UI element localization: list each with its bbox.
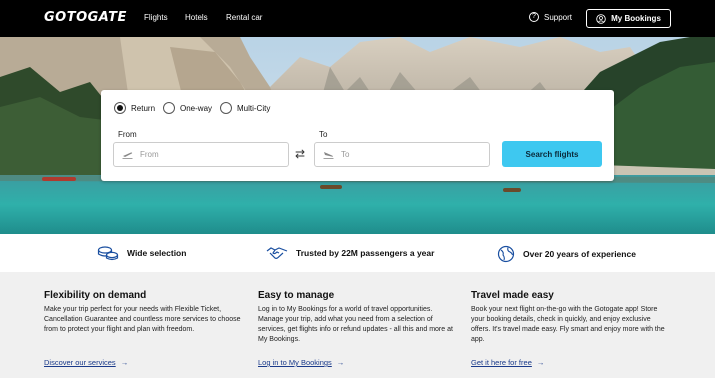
arrow-right-icon: →: [336, 358, 345, 367]
arrow-right-icon: →: [120, 358, 129, 367]
search-flights-button[interactable]: Search flights: [502, 141, 602, 167]
feature-trusted: Trusted by 22M passengers a year: [266, 245, 434, 261]
info-title: Easy to manage: [258, 290, 335, 301]
trip-type-one-way[interactable]: One-way: [163, 102, 212, 114]
trip-type-return[interactable]: Return: [114, 102, 155, 114]
from-label: From: [118, 130, 137, 139]
trip-type-multi-city-label: Multi-City: [237, 103, 271, 113]
globe-icon: [497, 245, 515, 263]
support-link[interactable]: ? Support: [529, 12, 572, 22]
swap-icon[interactable]: ⇄: [295, 147, 305, 161]
nav-flights[interactable]: Flights: [144, 13, 168, 22]
info-title: Travel made easy: [471, 290, 554, 301]
info-title: Flexibility on demand: [44, 290, 147, 301]
login-my-bookings-link[interactable]: Log in to My Bookings →: [258, 358, 344, 367]
question-circle-icon: ?: [529, 12, 539, 22]
top-navbar: GOTOGATE Flights Hotels Rental car ? Sup…: [0, 0, 715, 37]
from-input[interactable]: From: [113, 142, 289, 167]
link-text: Discover our services: [44, 358, 116, 367]
trip-type-return-label: Return: [131, 103, 156, 113]
info-body: Log in to My Bookings for a world of tra…: [258, 306, 453, 343]
info-section: Flexibility on demand Make your trip per…: [0, 272, 715, 378]
plane-landing-icon: [323, 151, 334, 159]
my-bookings-button[interactable]: My Bookings: [586, 9, 671, 28]
radio-button[interactable]: [220, 102, 232, 114]
link-text: Get it here for free: [471, 358, 532, 367]
info-body: Book your next flight on-the-go with the…: [471, 306, 665, 343]
nav-rental-car[interactable]: Rental car: [226, 13, 262, 22]
feature-experience-text: Over 20 years of experience: [523, 249, 636, 259]
plane-takeoff-icon: [122, 151, 133, 159]
link-text: Log in to My Bookings: [258, 358, 332, 367]
info-column-flexibility: Flexibility on demand Make your trip per…: [44, 290, 244, 367]
my-bookings-label: My Bookings: [611, 14, 661, 23]
support-label: Support: [544, 12, 573, 22]
nav-hotels[interactable]: Hotels: [185, 13, 208, 22]
gotogate-logo[interactable]: GOTOGATE: [44, 10, 127, 25]
to-input[interactable]: To: [314, 142, 490, 167]
get-app-link[interactable]: Get it here for free →: [471, 358, 544, 367]
to-placeholder: To: [341, 150, 350, 159]
info-column-manage: Easy to manage Log in to My Bookings for…: [258, 290, 458, 367]
user-icon: [596, 13, 606, 24]
flight-search-card: Return One-way Multi-City From From ⇄ To…: [101, 90, 614, 181]
arrow-right-icon: →: [536, 358, 545, 367]
handshake-icon: [266, 247, 288, 259]
radio-button[interactable]: [163, 102, 175, 114]
to-label: To: [319, 130, 328, 139]
feature-trusted-text: Trusted by 22M passengers a year: [296, 248, 435, 258]
discover-services-link[interactable]: Discover our services →: [44, 358, 128, 367]
features-strip: Wide selection Trusted by 22M passengers…: [0, 234, 715, 272]
coins-icon: [97, 246, 119, 261]
radio-button-selected[interactable]: [114, 102, 126, 114]
info-column-travel-easy: Travel made easy Book your next flight o…: [471, 290, 671, 367]
feature-wide-selection-text: Wide selection: [127, 248, 187, 258]
feature-wide-selection: Wide selection: [97, 245, 186, 261]
feature-experience: Over 20 years of experience: [497, 245, 636, 263]
trip-type-one-way-label: One-way: [180, 103, 213, 113]
trip-type-multi-city[interactable]: Multi-City: [220, 102, 270, 114]
from-placeholder: From: [140, 150, 159, 159]
info-body: Make your trip perfect for your needs wi…: [44, 306, 241, 333]
